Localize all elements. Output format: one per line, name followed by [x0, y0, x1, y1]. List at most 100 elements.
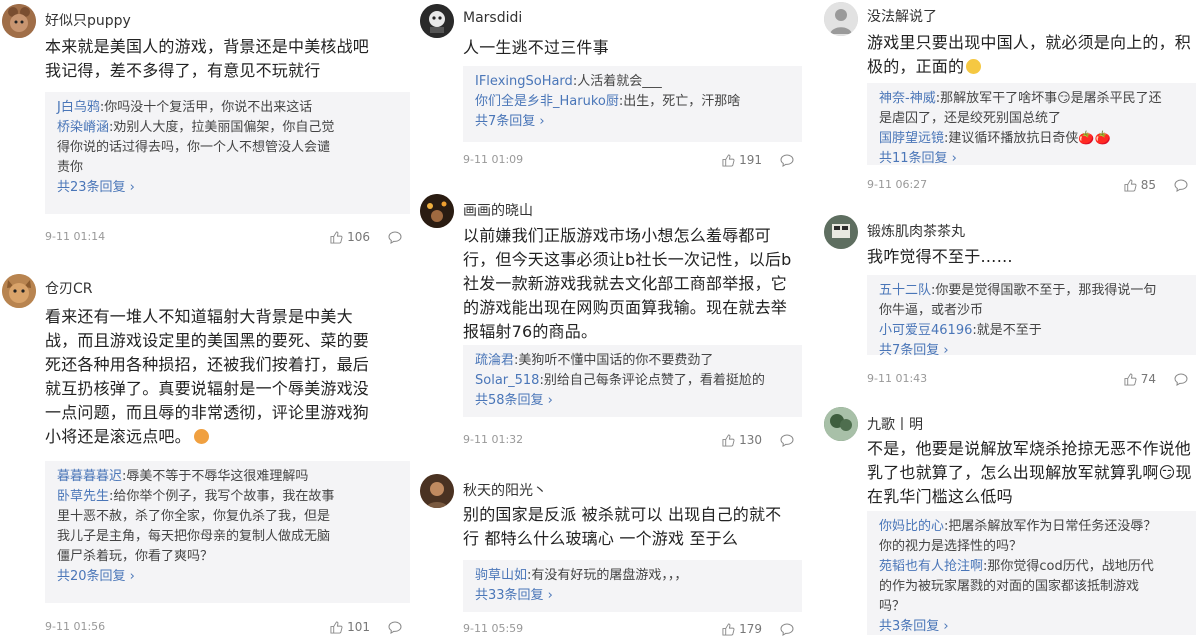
reply: 国脖望远镜:建议循环播放抗日奇侠🍅🍅	[879, 129, 1186, 149]
thumbs-up-icon	[330, 230, 343, 244]
like-button[interactable]: 106	[330, 230, 370, 244]
like-count: 101	[347, 620, 370, 634]
avatar[interactable]	[2, 4, 36, 38]
like-button[interactable]: 101	[330, 620, 370, 634]
reply-username[interactable]: 苑韬也有人抢注啊	[879, 559, 983, 574]
reply-text: :别给自己每条评论点赞了，看着挺尬的	[539, 373, 765, 388]
reply-text: :就是不至于	[972, 323, 1042, 338]
comment-card: 仓刃CR 看来还有一堆人不知道辐射大背景是中美大 战，而且游戏设定里的美国黑的要…	[0, 268, 410, 641]
username[interactable]: Marsdidi	[463, 10, 522, 26]
avatar[interactable]	[420, 4, 454, 38]
reply-text: :辱美不等于不辱华这很难理解吗	[122, 469, 309, 484]
view-more-replies-link[interactable]: 共20条回复 ›	[57, 567, 135, 587]
reply-username[interactable]: 小可爱豆46196	[879, 323, 972, 338]
reply-bubble-icon[interactable]	[780, 434, 794, 447]
comment-text: 人一生逃不过三件事	[463, 38, 609, 57]
view-more-replies-link[interactable]: 共7条回复 ›	[475, 112, 545, 132]
like-count: 191	[739, 153, 762, 167]
comment-meta: 9-11 01:56 101	[45, 620, 410, 636]
reply-bubble-icon[interactable]	[780, 623, 794, 636]
thumbs-up-icon	[722, 622, 735, 636]
reply-username[interactable]: 疏淪君	[475, 353, 514, 368]
reply-username[interactable]: J白乌鸦	[57, 100, 100, 115]
replies-box[interactable]: 神奈-神威:那解放军干了啥坏事😏是屠杀平民了还 是虐囚了，还是绞死别国总统了 国…	[867, 83, 1196, 166]
avatar[interactable]	[2, 274, 36, 308]
replies-box[interactable]: IFlexingSoHard:人活着就会___ 你们全是乡非_Haruko厨:出…	[463, 66, 802, 142]
reply-username[interactable]: 神奈-神威	[879, 91, 936, 106]
like-button[interactable]: 85	[1124, 178, 1156, 192]
view-more-replies-link[interactable]: 共7条回复 ›	[879, 341, 949, 361]
comment-text: 我咋觉得不至于……	[867, 247, 1013, 266]
replies-box[interactable]: 疏淪君:美狗听不懂中国话的你不要费劲了 Solar_518:别给自己每条评论点赞…	[463, 345, 802, 417]
reply-username[interactable]: 桥染嵴涵	[57, 120, 109, 135]
reply-username[interactable]: 你妈比的心	[879, 519, 944, 534]
comment-meta: 9-11 06:27 85	[867, 178, 1196, 194]
reply-username[interactable]: Solar_518	[475, 373, 539, 388]
like-button[interactable]: 74	[1124, 372, 1156, 386]
reply-username[interactable]: 五十二队	[879, 283, 931, 298]
avatar[interactable]	[420, 474, 454, 508]
like-count: 179	[739, 622, 762, 636]
comment-text: 不是，他要是说解放军烧杀抢掠无恶不作说他 乳了也就算了，怎么出现解放军就算乳啊😏…	[867, 439, 1192, 506]
username[interactable]: 没法解说了	[867, 6, 937, 26]
replies-box[interactable]: 五十二队:你要是觉得国歌不至于，那我得说一句 你牛逼，或者沙币 小可爱豆4619…	[867, 275, 1196, 358]
reply-username[interactable]: 你们全是乡非_Haruko厨	[475, 94, 619, 109]
comment-card: 画画的晓山 以前嫌我们正版游戏市场小想怎么羞辱都可 行，但今天这事必须让b社长一…	[418, 190, 802, 452]
reply-bubble-icon[interactable]	[388, 231, 402, 244]
avatar[interactable]	[824, 2, 858, 36]
view-more-replies-link[interactable]: 共23条回复 ›	[57, 178, 135, 198]
reply: 你们全是乡非_Haruko厨:出生，死亡，汗那啥	[475, 92, 792, 112]
reply: 暮暮暮暮迟:辱美不等于不辱华这很难理解吗	[57, 467, 400, 487]
view-more-replies-link[interactable]: 共58条回复 ›	[475, 391, 553, 411]
avatar[interactable]	[824, 407, 858, 441]
reply: 五十二队:你要是觉得国歌不至于，那我得说一句 你牛逼，或者沙币	[879, 281, 1186, 321]
thumbs-up-icon	[722, 433, 735, 447]
comment-text: 别的国家是反派 被杀就可以 出现自己的就不 行 都特么什么玻璃心 一个游戏 至于…	[463, 505, 782, 548]
laughing-emoji-icon	[193, 429, 209, 444]
thumbs-up-icon	[1124, 178, 1137, 192]
reply-bubble-icon[interactable]	[1174, 179, 1188, 192]
like-button[interactable]: 179	[722, 622, 762, 636]
view-more-replies-link[interactable]: 共11条回复 ›	[879, 149, 957, 169]
replies-box[interactable]: 你妈比的心:把屠杀解放军作为日常任务还没辱？ 你的视力是选择性的吗？ 苑韬也有人…	[867, 511, 1196, 635]
reply-text: :美狗听不懂中国话的你不要费劲了	[514, 353, 714, 368]
reply-text: :出生，死亡，汗那啥	[618, 94, 741, 109]
reply-bubble-icon[interactable]	[388, 621, 402, 634]
like-button[interactable]: 191	[722, 153, 762, 167]
timestamp: 9-11 01:32	[463, 433, 524, 446]
replies-box[interactable]: J白乌鸦:你吗没十个复活甲，你说不出来这话 桥染嵴涵:劝别人大度，拉美丽国偏架，…	[45, 92, 410, 214]
username[interactable]: 秋天的阳光丶	[463, 480, 547, 500]
reply-bubble-icon[interactable]	[1174, 373, 1188, 386]
replies-box[interactable]: 暮暮暮暮迟:辱美不等于不辱华这很难理解吗 卧草先生:给你举个例子，我写个故事，我…	[45, 461, 410, 603]
view-more-replies-link[interactable]: 共3条回复 ›	[879, 617, 949, 637]
username[interactable]: 九歌丨明	[867, 414, 923, 434]
timestamp: 9-11 01:14	[45, 230, 106, 243]
replies-box[interactable]: 驹草山如:有没有好玩的屠盘游戏，，， 共33条回复 ›	[463, 560, 802, 612]
reply: 驹草山如:有没有好玩的屠盘游戏，，，	[475, 566, 792, 586]
timestamp: 9-11 06:27	[867, 178, 928, 191]
reply-text: :建议循环播放抗日奇侠🍅🍅	[944, 131, 1111, 146]
reply-username[interactable]: 卧草先生	[57, 489, 109, 504]
like-count: 74	[1140, 372, 1156, 386]
like-count: 106	[347, 230, 370, 244]
comment-text: 游戏里只要出现中国人，就必须是向上的，积 极的，正面的	[867, 31, 1196, 79]
timestamp: 9-11 01:43	[867, 372, 928, 385]
username[interactable]: 锻炼肌肉茶茶丸	[867, 221, 965, 241]
reply: J白乌鸦:你吗没十个复活甲，你说不出来这话	[57, 98, 400, 118]
username[interactable]: 画画的晓山	[463, 200, 533, 220]
reply-username[interactable]: IFlexingSoHard	[475, 74, 573, 89]
avatar[interactable]	[420, 194, 454, 228]
reply-bubble-icon[interactable]	[780, 154, 794, 167]
username[interactable]: 好似只puppy	[45, 10, 131, 30]
view-more-replies-link[interactable]: 共33条回复 ›	[475, 586, 553, 606]
avatar[interactable]	[824, 215, 858, 249]
like-button[interactable]: 130	[722, 433, 762, 447]
reply-username[interactable]: 驹草山如	[475, 568, 527, 583]
reply: 疏淪君:美狗听不懂中国话的你不要费劲了	[475, 351, 792, 371]
username[interactable]: 仓刃CR	[45, 278, 93, 298]
reply-username[interactable]: 暮暮暮暮迟	[57, 469, 122, 484]
reply-username[interactable]: 国脖望远镜	[879, 131, 944, 146]
thumbs-up-icon	[1124, 372, 1137, 386]
comment-text: 看来还有一堆人不知道辐射大背景是中美大 战，而且游戏设定里的美国黑的要死、菜的要…	[45, 305, 410, 449]
reply: 卧草先生:给你举个例子，我写个故事，我在故事 里十恶不赦，杀了你全家，你复仇杀了…	[57, 487, 400, 567]
